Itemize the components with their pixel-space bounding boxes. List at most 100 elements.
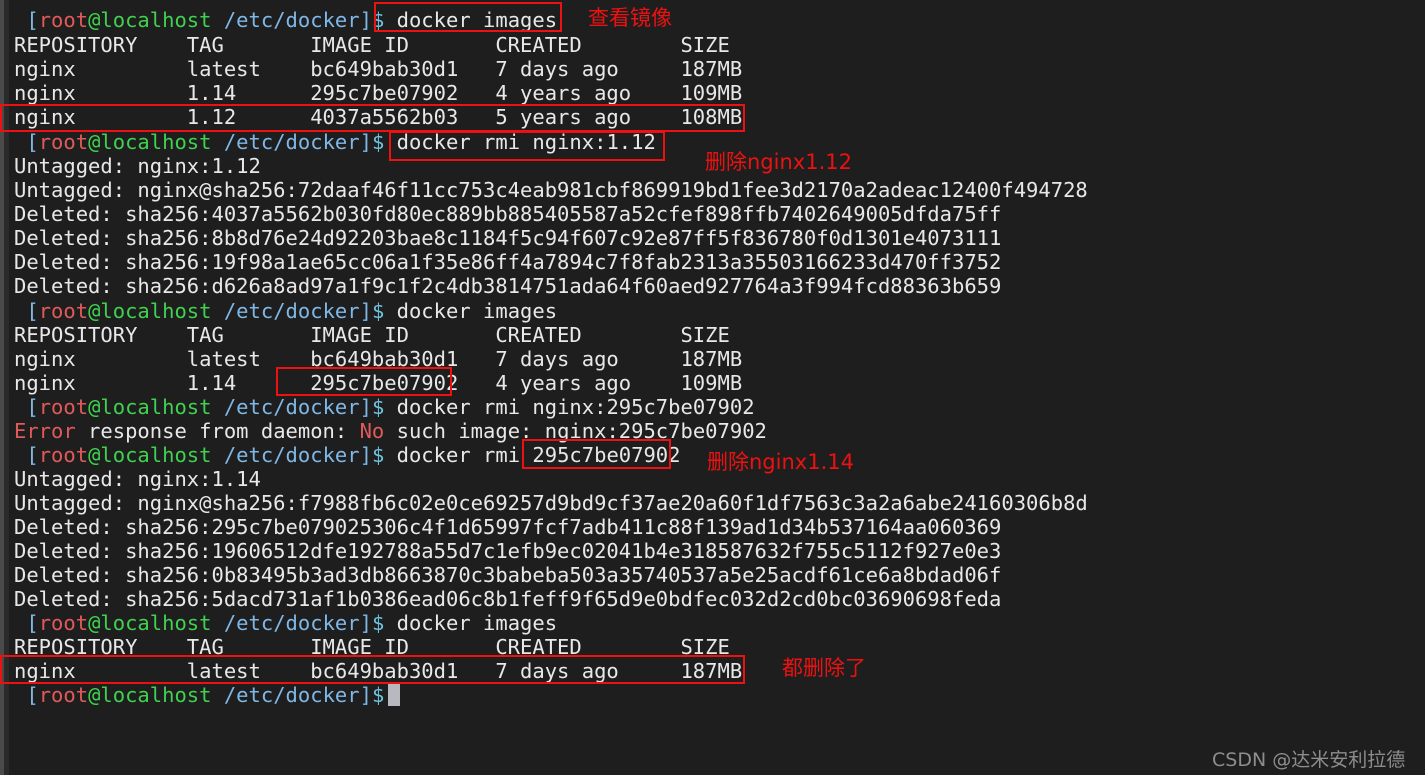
- terminal-output-line: nginx latest bc649bab30d1 7 days ago 187…: [14, 57, 742, 81]
- prompt-host: @localhost: [88, 8, 212, 32]
- annotation-delete-114: 删除nginx1.14: [707, 450, 854, 474]
- prompt-bracket-open: [: [14, 130, 39, 154]
- annotation-view-images: 查看镜像: [588, 6, 672, 30]
- terminal-output-text: nginx 1.12 4037a5562b03 5 years ago 108M…: [14, 105, 743, 129]
- prompt-dollar: $: [371, 443, 385, 467]
- prompt-bracket-close: ]: [359, 683, 372, 707]
- prompt-bracket-close: ]: [359, 8, 372, 32]
- terminal-output-area[interactable]: [root@localhost /etc/docker]$ docker ima…: [9, 0, 1425, 775]
- prompt-user: root: [38, 683, 89, 707]
- terminal-output-text: REPOSITORY TAG IMAGE ID CREATED SIZE: [14, 33, 730, 57]
- terminal-output-line: nginx latest bc649bab30d1 7 days ago 187…: [14, 659, 742, 683]
- prompt-user: root: [38, 130, 89, 154]
- terminal-command: docker rmi nginx:1.12: [384, 130, 656, 154]
- terminal-command: docker rmi nginx:295c7be07902: [384, 395, 755, 419]
- terminal-output-text: REPOSITORY TAG IMAGE ID CREATED SIZE: [14, 635, 730, 659]
- terminal-prompt-line: [root@localhost /etc/docker]$ docker ima…: [14, 299, 557, 323]
- terminal-output-line: Deleted: sha256:19606512dfe192788a55d7c1…: [14, 539, 1001, 563]
- terminal-output-line: Deleted: sha256:19f98a1ae65cc06a1f35e86f…: [14, 250, 1001, 274]
- prompt-bracket-close: ]: [359, 130, 372, 154]
- prompt-host: @localhost: [88, 683, 212, 707]
- prompt-host: @localhost: [88, 611, 212, 635]
- prompt-bracket-close: ]: [359, 443, 372, 467]
- prompt-bracket-open: [: [14, 443, 39, 467]
- terminal-output-line: REPOSITORY TAG IMAGE ID CREATED SIZE: [14, 635, 730, 659]
- error-keyword: Error: [14, 419, 76, 443]
- terminal-output-text: nginx latest bc649bab30d1 7 days ago 187…: [14, 57, 743, 81]
- prompt-path: /etc/docker: [211, 8, 360, 32]
- error-no-keyword: No: [359, 419, 385, 443]
- prompt-bracket-close: ]: [359, 395, 372, 419]
- prompt-bracket-close: ]: [359, 299, 372, 323]
- prompt-user: root: [38, 395, 89, 419]
- terminal-command: docker images: [384, 8, 558, 32]
- terminal-prompt-line: [root@localhost /etc/docker]$ docker rmi…: [14, 130, 656, 154]
- terminal-output-line: Deleted: sha256:8b8d76e24d92203bae8c1184…: [14, 226, 1001, 250]
- prompt-path: /etc/docker: [211, 443, 360, 467]
- terminal-prompt-line: [root@localhost /etc/docker]$ docker ima…: [14, 611, 557, 635]
- terminal-output-text: Deleted: sha256:19606512dfe192788a55d7c1…: [14, 539, 1002, 563]
- prompt-user: root: [38, 443, 89, 467]
- prompt-path: /etc/docker: [211, 683, 360, 707]
- terminal-output-line: nginx 1.14 295c7be07902 4 years ago 109M…: [14, 371, 742, 395]
- prompt-host: @localhost: [88, 130, 212, 154]
- prompt-path: /etc/docker: [211, 395, 360, 419]
- terminal-prompt-line: [root@localhost /etc/docker]$ docker ima…: [14, 8, 557, 32]
- terminal-screenshot: [root@localhost /etc/docker]$ docker ima…: [0, 0, 1425, 775]
- terminal-output-line: Deleted: sha256:0b83495b3ad3db8663870c3b…: [14, 563, 1001, 587]
- terminal-output-line: Deleted: sha256:5dacd731af1b0386ead06c8b…: [14, 587, 1001, 611]
- terminal-output-line: nginx latest bc649bab30d1 7 days ago 187…: [14, 347, 742, 371]
- terminal-output-line: Deleted: sha256:4037a5562b030fd80ec889bb…: [14, 202, 1001, 226]
- prompt-path: /etc/docker: [211, 299, 360, 323]
- terminal-output-text: nginx 1.14 295c7be07902 4 years ago 109M…: [14, 81, 743, 105]
- terminal-output-line: nginx 1.12 4037a5562b03 5 years ago 108M…: [14, 105, 742, 129]
- prompt-host: @localhost: [88, 443, 212, 467]
- terminal-output-text: Deleted: sha256:5dacd731af1b0386ead06c8b…: [14, 587, 1002, 611]
- prompt-dollar: $: [371, 683, 385, 707]
- terminal-output-text: Untagged: nginx@sha256:f7988fb6c02e0ce69…: [14, 491, 1088, 515]
- prompt-bracket-open: [: [14, 8, 39, 32]
- terminal-error-line: Error response from daemon: No such imag…: [14, 419, 767, 443]
- terminal-output-line: REPOSITORY TAG IMAGE ID CREATED SIZE: [14, 33, 730, 57]
- terminal-cursor: [388, 684, 400, 706]
- prompt-dollar: $: [371, 395, 385, 419]
- terminal-output-line: Untagged: nginx:1.12: [14, 154, 261, 178]
- terminal-output-line: Deleted: sha256:d626a8ad97a1f9c1f2c4db38…: [14, 274, 1001, 298]
- prompt-bracket-open: [: [14, 683, 39, 707]
- terminal-command: docker rmi 295c7be07902: [384, 443, 681, 467]
- terminal-output-line: Deleted: sha256:295c7be079025306c4f1d659…: [14, 515, 1001, 539]
- prompt-user: root: [38, 8, 89, 32]
- terminal-output-text: Deleted: sha256:295c7be079025306c4f1d659…: [14, 515, 1002, 539]
- terminal-output-line: REPOSITORY TAG IMAGE ID CREATED SIZE: [14, 323, 730, 347]
- prompt-host: @localhost: [88, 299, 212, 323]
- error-text-a: response from daemon:: [75, 419, 360, 443]
- csdn-watermark: CSDN @达米安利拉德: [1212, 749, 1406, 771]
- terminal-output-text: Untagged: nginx:1.14: [14, 467, 261, 491]
- terminal-output-line: Untagged: nginx@sha256:72daaf46f11cc753c…: [14, 178, 1088, 202]
- terminal-output-text: Deleted: sha256:0b83495b3ad3db8663870c3b…: [14, 563, 1002, 587]
- terminal-output-text: Deleted: sha256:19f98a1ae65cc06a1f35e86f…: [14, 250, 1002, 274]
- terminal-output-line: nginx 1.14 295c7be07902 4 years ago 109M…: [14, 81, 742, 105]
- terminal-output-line: Untagged: nginx:1.14: [14, 467, 261, 491]
- prompt-bracket-close: ]: [359, 611, 372, 635]
- terminal-prompt-line: [root@localhost /etc/docker]$ docker rmi…: [14, 443, 681, 467]
- terminal-output-text: nginx latest bc649bab30d1 7 days ago 187…: [14, 347, 743, 371]
- terminal-output-text: Untagged: nginx@sha256:72daaf46f11cc753c…: [14, 178, 1088, 202]
- terminal-output-text: nginx latest bc649bab30d1 7 days ago 187…: [14, 659, 743, 683]
- terminal-output-text: nginx 1.14 295c7be07902 4 years ago 109M…: [14, 371, 743, 395]
- terminal-output-text: REPOSITORY TAG IMAGE ID CREATED SIZE: [14, 323, 730, 347]
- prompt-user: root: [38, 299, 89, 323]
- terminal-output-text: Untagged: nginx:1.12: [14, 154, 261, 178]
- prompt-dollar: $: [371, 299, 385, 323]
- terminal-output-line: Untagged: nginx@sha256:f7988fb6c02e0ce69…: [14, 491, 1088, 515]
- prompt-dollar: $: [371, 130, 385, 154]
- prompt-bracket-open: [: [14, 611, 39, 635]
- terminal-command: docker images: [384, 299, 558, 323]
- annotation-all-deleted: 都删除了: [782, 656, 866, 680]
- terminal-output-text: Deleted: sha256:8b8d76e24d92203bae8c1184…: [14, 226, 1002, 250]
- annotation-delete-112: 删除nginx1.12: [705, 150, 852, 174]
- error-text-b: such image: nginx:295c7be07902: [384, 419, 767, 443]
- prompt-path: /etc/docker: [211, 611, 360, 635]
- prompt-dollar: $: [371, 611, 385, 635]
- prompt-path: /etc/docker: [211, 130, 360, 154]
